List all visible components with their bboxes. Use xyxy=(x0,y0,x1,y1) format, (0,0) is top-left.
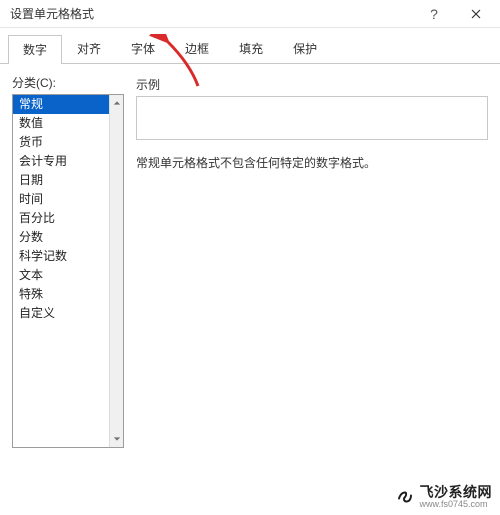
category-item-special[interactable]: 特殊 xyxy=(13,285,109,304)
category-label: 分类(C): xyxy=(12,74,124,91)
chevron-down-icon xyxy=(113,435,121,443)
category-item-fraction[interactable]: 分数 xyxy=(13,228,109,247)
tab-number[interactable]: 数字 xyxy=(8,35,62,64)
watermark: 飞沙系统网 www.fs0745.com xyxy=(396,485,493,509)
format-description: 常规单元格格式不包含任何特定的数字格式。 xyxy=(136,154,488,171)
watermark-sub: www.fs0745.com xyxy=(420,500,493,509)
tab-strip: 数字 对齐 字体 边框 填充 保护 xyxy=(0,28,500,64)
close-icon xyxy=(471,9,481,19)
category-item-general[interactable]: 常规 xyxy=(13,95,109,114)
listbox-scrollbar[interactable] xyxy=(109,95,123,447)
category-item-accounting[interactable]: 会计专用 xyxy=(13,152,109,171)
titlebar: 设置单元格格式 ? xyxy=(0,0,500,28)
detail-column: 示例 常规单元格格式不包含任何特定的数字格式。 xyxy=(136,74,488,448)
category-list-inner: 常规 数值 货币 会计专用 日期 时间 百分比 分数 科学记数 文本 特殊 自定… xyxy=(13,95,109,447)
chevron-up-icon xyxy=(113,99,121,107)
watermark-logo-icon xyxy=(396,488,414,506)
tab-border[interactable]: 边框 xyxy=(170,34,224,63)
window-title: 设置单元格格式 xyxy=(10,5,414,22)
category-item-date[interactable]: 日期 xyxy=(13,171,109,190)
category-item-number[interactable]: 数值 xyxy=(13,114,109,133)
titlebar-buttons: ? xyxy=(414,0,496,28)
scroll-down-button[interactable] xyxy=(110,431,123,447)
tab-protection[interactable]: 保护 xyxy=(278,34,332,63)
dialog-body: 分类(C): 常规 数值 货币 会计专用 日期 时间 百分比 分数 科学记数 文… xyxy=(0,64,500,458)
category-listbox[interactable]: 常规 数值 货币 会计专用 日期 时间 百分比 分数 科学记数 文本 特殊 自定… xyxy=(12,94,124,448)
category-item-currency[interactable]: 货币 xyxy=(13,133,109,152)
help-button[interactable]: ? xyxy=(414,0,454,28)
category-item-custom[interactable]: 自定义 xyxy=(13,304,109,323)
tab-alignment[interactable]: 对齐 xyxy=(62,34,116,63)
sample-label: 示例 xyxy=(136,76,488,93)
sample-box xyxy=(136,96,488,140)
watermark-main: 飞沙系统网 xyxy=(420,485,493,500)
tab-font[interactable]: 字体 xyxy=(116,34,170,63)
watermark-text: 飞沙系统网 www.fs0745.com xyxy=(420,485,493,509)
category-item-percentage[interactable]: 百分比 xyxy=(13,209,109,228)
dialog-window: 设置单元格格式 ? 数字 对齐 字体 边框 填充 保护 分类(C): 常规 数值… xyxy=(0,0,500,515)
category-item-text[interactable]: 文本 xyxy=(13,266,109,285)
category-item-scientific[interactable]: 科学记数 xyxy=(13,247,109,266)
scroll-up-button[interactable] xyxy=(110,95,123,111)
category-item-time[interactable]: 时间 xyxy=(13,190,109,209)
tab-fill[interactable]: 填充 xyxy=(224,34,278,63)
close-button[interactable] xyxy=(456,0,496,28)
category-column: 分类(C): 常规 数值 货币 会计专用 日期 时间 百分比 分数 科学记数 文… xyxy=(12,74,124,448)
